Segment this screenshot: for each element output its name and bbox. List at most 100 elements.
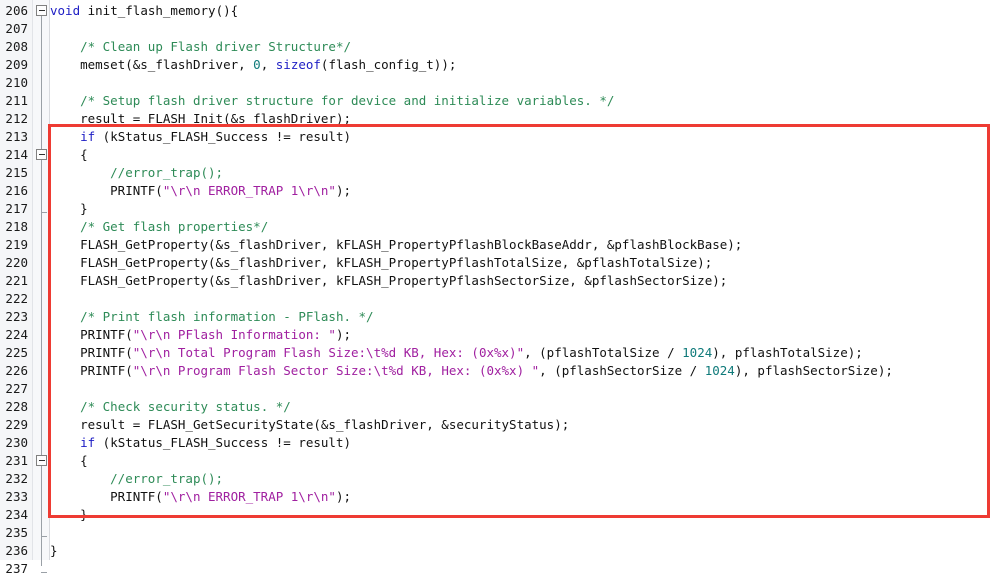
code-text-area[interactable]: void init_flash_memory(){ /* Clean up Fla… bbox=[50, 0, 999, 560]
code-line[interactable]: /* Clean up Flash driver Structure*/ bbox=[50, 38, 351, 56]
code-line[interactable]: FLASH_GetProperty(&s_flashDriver, kFLASH… bbox=[50, 236, 742, 254]
code-line[interactable]: PRINTF("\r\n ERROR_TRAP 1\r\n"); bbox=[50, 182, 351, 200]
code-token-cm: //error_trap(); bbox=[110, 471, 224, 486]
line-number: 206 bbox=[5, 3, 28, 18]
code-line[interactable]: { bbox=[50, 146, 88, 164]
code-line[interactable]: PRINTF("\r\n PFlash Information: "); bbox=[50, 326, 351, 344]
line-number: 210 bbox=[5, 75, 28, 90]
code-token-pl: FLASH_GetProperty(&s_flashDriver, kFLASH… bbox=[80, 237, 743, 252]
code-line[interactable]: } bbox=[50, 200, 88, 218]
fold-guide-line bbox=[41, 158, 42, 206]
code-token-num: 0 bbox=[253, 57, 261, 72]
code-line[interactable]: memset(&s_flashDriver, 0, sizeof(flash_c… bbox=[50, 56, 456, 74]
code-token-pl: ); bbox=[335, 327, 352, 342]
line-number: 221 bbox=[5, 273, 28, 288]
code-line[interactable]: /* Setup flash driver structure for devi… bbox=[50, 92, 614, 110]
code-token-pl: FLASH_GetProperty(&s_flashDriver, kFLASH… bbox=[80, 255, 713, 270]
line-number: 237 bbox=[5, 561, 28, 576]
code-token-pl: } bbox=[80, 507, 88, 522]
line-number: 214 bbox=[5, 147, 28, 162]
code-line[interactable]: void init_flash_memory(){ bbox=[50, 2, 238, 20]
line-number: 208 bbox=[5, 39, 28, 54]
line-number: 217 bbox=[5, 201, 28, 216]
code-line[interactable]: if (kStatus_FLASH_Success != result) bbox=[50, 434, 351, 452]
line-number: 231 bbox=[5, 453, 28, 468]
code-token-pl: PRINTF( bbox=[80, 327, 133, 342]
code-line[interactable]: PRINTF("\r\n Program Flash Sector Size:\… bbox=[50, 362, 893, 380]
code-line[interactable]: PRINTF("\r\n ERROR_TRAP 1\r\n"); bbox=[50, 488, 351, 506]
code-token-str: "\r\n Program Flash Sector Size:\t%d KB,… bbox=[132, 363, 540, 378]
fold-end-tick-icon bbox=[41, 536, 47, 537]
fold-collapse-icon[interactable] bbox=[36, 149, 47, 160]
fold-end-tick-icon bbox=[41, 212, 47, 213]
line-number: 218 bbox=[5, 219, 28, 234]
code-line[interactable]: /* Get flash properties*/ bbox=[50, 218, 268, 236]
line-number: 211 bbox=[5, 93, 28, 108]
code-line[interactable]: { bbox=[50, 452, 88, 470]
code-token-pl: (kStatus_FLASH_Success != result) bbox=[95, 129, 352, 144]
code-folding-gutter[interactable] bbox=[33, 0, 50, 573]
line-number: 213 bbox=[5, 129, 28, 144]
code-token-str: "\r\n PFlash Information: " bbox=[132, 327, 336, 342]
code-line[interactable]: FLASH_GetProperty(&s_flashDriver, kFLASH… bbox=[50, 254, 712, 272]
fold-guide-line bbox=[41, 464, 42, 530]
code-token-cm: /* Setup flash driver structure for devi… bbox=[80, 93, 615, 108]
line-number: 212 bbox=[5, 111, 28, 126]
code-line[interactable]: } bbox=[50, 506, 88, 524]
line-number: 223 bbox=[5, 309, 28, 324]
line-number: 228 bbox=[5, 399, 28, 414]
code-token-pl: { bbox=[80, 453, 88, 468]
code-line[interactable]: //error_trap(); bbox=[50, 164, 223, 182]
line-number: 236 bbox=[5, 543, 28, 558]
line-number-gutter[interactable]: 206 207 208 209 210 211 212 213 214 215 216 217 218 2… bbox=[0, 0, 33, 576]
code-line[interactable]: } bbox=[50, 542, 58, 560]
code-token-pl: init_flash_memory(){ bbox=[80, 3, 239, 18]
code-token-pl: ); bbox=[335, 489, 351, 504]
code-line[interactable]: //error_trap(); bbox=[50, 470, 223, 488]
code-token-kw: if bbox=[80, 435, 96, 450]
line-number: 220 bbox=[5, 255, 28, 270]
code-token-kw: if bbox=[80, 129, 96, 144]
code-token-pl: { bbox=[80, 147, 88, 162]
line-number: 219 bbox=[5, 237, 28, 252]
code-token-cm: /* Clean up Flash driver Structure*/ bbox=[80, 39, 352, 54]
code-token-pl: , (pflashSectorSize / bbox=[539, 363, 705, 378]
line-number: 225 bbox=[5, 345, 28, 360]
code-line[interactable]: if (kStatus_FLASH_Success != result) bbox=[50, 128, 351, 146]
line-number: 229 bbox=[5, 417, 28, 432]
code-token-pl: FLASH_GetProperty(&s_flashDriver, kFLASH… bbox=[80, 273, 728, 288]
code-token-pl: ), pflashSectorSize); bbox=[734, 363, 893, 378]
code-line[interactable]: /* Check security status. */ bbox=[50, 398, 291, 416]
code-line[interactable]: result = FLASH_Init(&s_flashDriver); bbox=[50, 110, 351, 128]
code-token-pl: PRINTF( bbox=[80, 363, 133, 378]
code-token-cm: /* Get flash properties*/ bbox=[80, 219, 269, 234]
code-token-pl: } bbox=[50, 543, 58, 558]
code-line[interactable]: PRINTF("\r\n Total Program Flash Size:\t… bbox=[50, 344, 863, 362]
code-line[interactable]: /* Print flash information - PFlash. */ bbox=[50, 308, 374, 326]
fold-collapse-icon[interactable] bbox=[36, 5, 47, 16]
fold-collapse-icon[interactable] bbox=[36, 455, 47, 466]
code-token-pl: PRINTF( bbox=[110, 183, 163, 198]
code-token-kw: sizeof bbox=[275, 57, 321, 72]
fold-end-tick-icon bbox=[41, 572, 47, 573]
line-number: 234 bbox=[5, 507, 28, 522]
code-token-str: "\r\n ERROR_TRAP 1\r\n" bbox=[162, 489, 336, 504]
code-editor-pane[interactable]: 206 207 208 209 210 211 212 213 214 215 216 217 218 2… bbox=[0, 0, 999, 576]
code-token-pl: ); bbox=[335, 183, 351, 198]
code-token-pl: ), pflashTotalSize); bbox=[712, 345, 863, 360]
code-token-pl: } bbox=[80, 201, 88, 216]
code-token-pl: PRINTF( bbox=[80, 345, 133, 360]
code-token-kw: void bbox=[50, 3, 81, 18]
code-line[interactable]: FLASH_GetProperty(&s_flashDriver, kFLASH… bbox=[50, 272, 727, 290]
line-number: 224 bbox=[5, 327, 28, 342]
code-line[interactable]: result = FLASH_GetSecurityState(&s_flash… bbox=[50, 416, 569, 434]
code-token-pl: result = FLASH_Init(&s_flashDriver); bbox=[80, 111, 352, 126]
line-number: 227 bbox=[5, 381, 28, 396]
code-token-cm: /* Check security status. */ bbox=[80, 399, 291, 414]
line-number: 215 bbox=[5, 165, 28, 180]
code-token-pl: PRINTF( bbox=[110, 489, 163, 504]
line-number: 235 bbox=[5, 525, 28, 540]
code-token-pl: , (pflashTotalSize / bbox=[524, 345, 683, 360]
code-token-pl: result = FLASH_GetSecurityState(&s_flash… bbox=[80, 417, 570, 432]
line-number: 233 bbox=[5, 489, 28, 504]
